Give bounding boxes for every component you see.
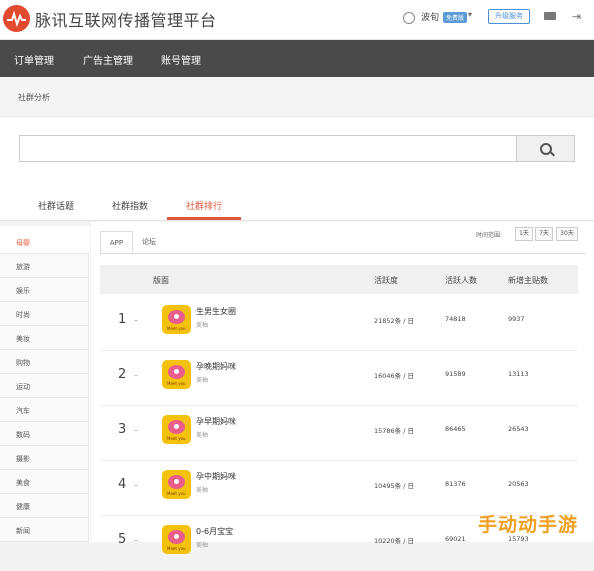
nav-item-accounts[interactable]: 账号管理 [161,52,201,67]
nav-item-orders[interactable]: 订单管理 [14,52,54,67]
plan-badge: 免费版 [443,12,468,23]
sidebar-item-beauty[interactable]: 美妆 [0,326,89,350]
activity-cell: 15786条 / 日 [374,427,414,435]
sidebar-item-fashion[interactable]: 时尚 [0,302,89,326]
search-bar [0,117,594,180]
range-1-day-button[interactable]: 1天 [515,227,533,241]
user-icon [403,12,415,24]
board-thumbnail: Meet you [162,470,191,499]
sidebar-item-shopping[interactable]: 购物 [0,350,89,374]
table-row[interactable]: 3 – Meet you 孕早期妈咪 美柚 15786条 / 日 86465 2… [100,405,578,461]
column-header-board: 版面 [153,276,169,285]
board-thumbnail: Meet you [162,305,191,334]
sidebar-item-entertainment[interactable]: 娱乐 [0,278,89,302]
range-30-days-button[interactable]: 30天 [556,227,578,241]
column-header-active-users: 活跃人数 [445,276,477,285]
tab-community-ranking[interactable]: 社群排行 [186,199,222,212]
rank-trend: – [134,536,138,545]
active-users-cell: 86465 [445,425,466,433]
active-users-cell: 91589 [445,370,466,378]
activity-cell: 10495条 / 日 [374,482,414,490]
sidebar-item-news[interactable]: 新闻 [0,518,89,542]
panel-header: 社群分析 [0,78,594,117]
subtab-divider [100,253,586,254]
sidebar-item-photography[interactable]: 摄影 [0,446,89,470]
ranking-panel: APP 论坛 时间范围: 1天 7天 30天 版面 活跃度 活跃人数 新增主贴数… [91,222,594,571]
board-name[interactable]: 生男生女圈 [196,306,236,317]
table-row[interactable]: 2 – Meet you 孕晚期妈咪 美柚 16046条 / 日 91589 1… [100,350,578,406]
rank-trend: – [134,481,138,490]
board-source: 美柚 [196,487,209,494]
table-header: 版面 活跃度 活跃人数 新增主贴数 [100,265,578,294]
search-button[interactable] [516,135,575,162]
board-name[interactable]: 孕中期妈咪 [196,471,236,482]
new-posts-cell: 20563 [508,480,529,488]
activity-cell: 21852条 / 日 [374,317,414,325]
board-thumbnail: Meet you [162,525,191,554]
active-tab-indicator [167,217,241,220]
board-source: 美柚 [196,432,209,439]
subtab-forum[interactable]: 论坛 [137,231,161,253]
upgrade-button[interactable]: 升级服务 [488,9,530,24]
active-users-cell: 74818 [445,315,466,323]
rank-number: 5 [118,532,127,547]
activity-cell: 10220条 / 日 [374,537,414,545]
tab-community-topics[interactable]: 社群话题 [38,199,74,212]
rank-number: 1 [118,312,127,327]
rank-number: 2 [118,367,127,382]
logout-icon[interactable]: ⇥ [572,10,581,23]
sidebar-item-sports[interactable]: 运动 [0,374,89,398]
board-source: 美柚 [196,377,209,384]
sidebar-item-travel[interactable]: 旅游 [0,254,89,278]
rank-trend: – [134,316,138,325]
new-posts-cell: 13113 [508,370,529,378]
nav-item-advertisers[interactable]: 广告主管理 [83,52,133,67]
board-source: 美柚 [196,542,209,549]
mail-icon[interactable] [544,12,556,20]
activity-cell: 16046条 / 日 [374,372,414,380]
analysis-tabs: 社群话题 社群指数 社群排行 [0,180,594,221]
sidebar-item-food[interactable]: 美食 [0,470,89,494]
site-watermark: 手动动手游 [478,514,579,536]
table-row[interactable]: 4 – Meet you 孕中期妈咪 美柚 10495条 / 日 81376 2… [100,460,578,516]
time-range-label: 时间范围: [476,232,503,239]
app-title: 脉讯互联网传播管理平台 [35,11,217,30]
tab-community-index[interactable]: 社群指数 [112,199,148,212]
sidebar-item-maternity[interactable]: 母婴 [0,230,89,254]
board-name[interactable]: 孕早期妈咪 [196,416,236,427]
column-header-activity: 活跃度 [374,276,398,285]
user-name[interactable]: 波旬 [421,10,439,23]
board-name[interactable]: 0-6月宝宝 [196,526,233,537]
board-thumbnail: Meet you [162,415,191,444]
range-7-days-button[interactable]: 7天 [535,227,553,241]
sidebar-item-auto[interactable]: 汽车 [0,398,89,422]
new-posts-cell: 9937 [508,315,525,323]
new-posts-cell: 26543 [508,425,529,433]
category-sidebar: 母婴 旅游 娱乐 时尚 美妆 购物 运动 汽车 数码 摄影 美食 健康 新闻 [0,226,90,542]
subtab-app[interactable]: APP [100,231,133,255]
column-header-new-posts: 新增主贴数 [508,276,548,285]
active-users-cell: 81376 [445,480,466,488]
board-thumbnail: Meet you [162,360,191,389]
board-source: 美柚 [196,322,209,329]
sidebar-item-health[interactable]: 健康 [0,494,89,518]
top-header: 脉讯互联网传播管理平台 波旬 免费版 ▾ 升级服务 ⇥ [0,0,594,40]
rank-trend: – [134,371,138,380]
search-input[interactable] [19,135,517,162]
table-row[interactable]: 1 – Meet you 生男生女圈 美柚 21852条 / 日 74818 9… [100,295,578,351]
rank-number: 4 [118,477,127,492]
panel-title: 社群分析 [18,93,50,102]
rank-trend: – [134,426,138,435]
sidebar-item-digital[interactable]: 数码 [0,422,89,446]
board-name[interactable]: 孕晚期妈咪 [196,361,236,372]
app-logo [3,5,30,32]
rank-number: 3 [118,422,127,437]
chevron-down-icon[interactable]: ▾ [468,10,472,19]
main-nav: 订单管理 广告主管理 账号管理 [0,40,594,77]
